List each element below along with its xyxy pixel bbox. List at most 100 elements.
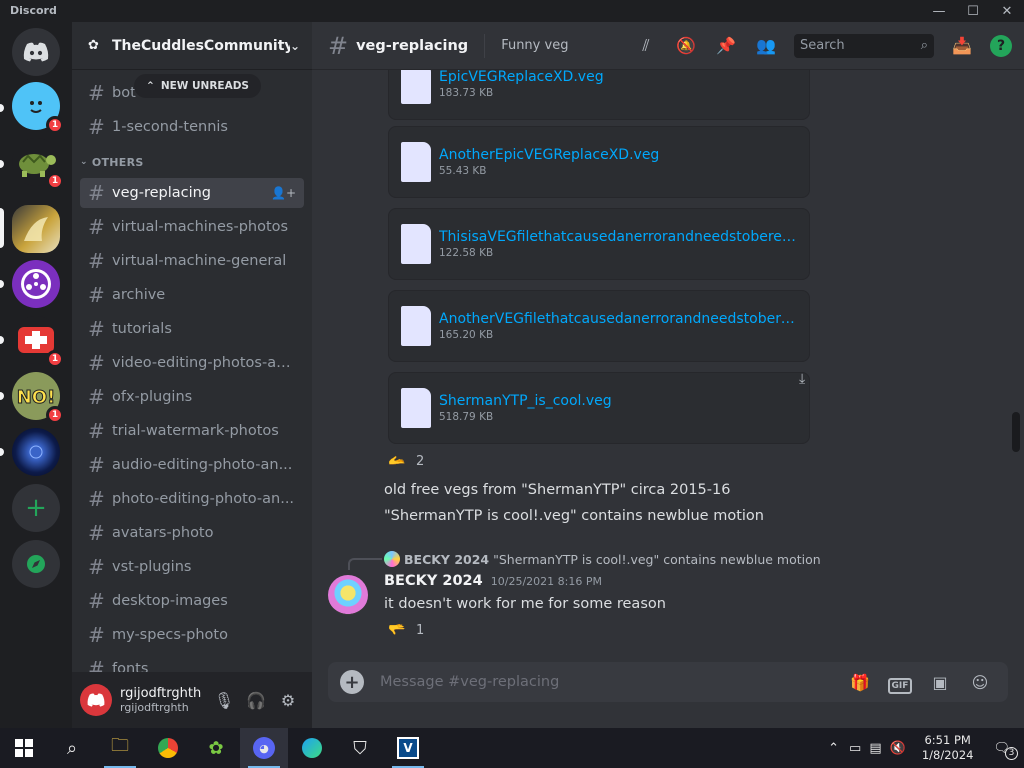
message-composer: + 🎁 GIF ▣ ☺ [328, 662, 1008, 702]
pinned-messages-icon[interactable]: 📌 [706, 36, 746, 55]
file-attachment[interactable]: ShermanYTP_is_cool.veg 518.79 KB ⤓ [388, 371, 810, 444]
taskbar-search-button[interactable]: ⌕ [48, 728, 96, 768]
reaction-button[interactable]: 🫳 1 [388, 619, 424, 641]
settings-gear-icon[interactable]: ⚙ [272, 691, 304, 710]
close-button[interactable]: ✕ [990, 0, 1024, 22]
volume-muted-icon[interactable]: 🔇 [890, 741, 906, 756]
edge-button[interactable] [288, 728, 336, 768]
message-input[interactable] [380, 674, 840, 690]
file-name-link[interactable]: EpicVEGReplaceXD.veg [439, 69, 604, 85]
security-button[interactable]: ⛉ [336, 728, 384, 768]
help-icon[interactable]: ? [990, 34, 1012, 57]
new-unreads-button[interactable]: ⌃ NEW UNREADS [134, 74, 261, 98]
download-icon[interactable]: ⤓ [799, 371, 819, 387]
channel-1-second-tennis[interactable]: #1-second-tennis [80, 112, 304, 142]
app-button[interactable]: ✿ [192, 728, 240, 768]
gift-icon[interactable]: 🎁 [840, 673, 880, 692]
network-icon[interactable]: ▤ [869, 741, 881, 756]
explore-servers-button[interactable] [12, 540, 60, 588]
channel-vst-plugins[interactable]: # vst-plugins [80, 552, 304, 582]
discord-logo-icon [23, 42, 49, 62]
reply-author: BECKY 2024 [404, 551, 490, 567]
mention-badge: 1 [46, 350, 64, 368]
gif-button[interactable]: GIF [880, 673, 920, 694]
upload-plus-icon[interactable]: + [340, 670, 364, 694]
minimize-button[interactable]: — [922, 0, 956, 22]
server-no[interactable]: NO! 1 [12, 372, 64, 424]
search-input[interactable]: Search ⌕ [794, 33, 934, 58]
chevron-up-icon[interactable]: ⌃ [828, 741, 839, 756]
inbox-icon[interactable]: 📥 [942, 36, 982, 55]
file-attachment[interactable]: AnotherEpicVEGReplaceXD.veg 55.43 KB [388, 126, 810, 198]
reply-preview[interactable]: BECKY 2024 "ShermanYTP is cool!.veg" con… [384, 551, 821, 567]
file-name-link[interactable]: ThisisaVEGfilethatcausedanerrorandneedst… [439, 229, 799, 245]
clock[interactable]: 6:51 PM 1/8/2024 [922, 733, 974, 763]
channel-avatars-photo[interactable]: # avatars-photo [80, 518, 304, 548]
mute-notifications-icon[interactable]: 🔕 [666, 36, 706, 55]
server-red-cross[interactable]: 1 [12, 316, 64, 368]
plus-icon: + [25, 493, 47, 523]
notifications-icon[interactable]: 🗨 3 [993, 741, 1018, 760]
channel-virtual-machines-photos[interactable]: # virtual-machines-photos [80, 212, 304, 242]
file-name-link[interactable]: AnotherEpicVEGReplaceXD.veg [439, 147, 659, 163]
file-attachment[interactable]: AnotherVEGfilethatcausedanerrorandneedst… [388, 290, 810, 362]
chat-scrollbar[interactable] [1012, 412, 1020, 452]
user-avatar[interactable] [80, 684, 112, 716]
mention-badge: 1 [46, 116, 64, 134]
category-label: OTHERS [91, 155, 144, 169]
device-icon[interactable]: ▭ [849, 741, 861, 756]
svg-text:NO!: NO! [17, 387, 56, 408]
system-tray: ⌃ ▭ ▤ 🔇 6:51 PM 1/8/2024 🗨 3 [822, 728, 1024, 768]
reaction-button[interactable]: 🫴 2 [388, 450, 424, 472]
headphones-icon[interactable]: 🎧 [240, 691, 272, 710]
server-blue-face[interactable]: 1 [12, 82, 64, 134]
threads-icon[interactable]: ⫽ [626, 36, 666, 56]
category-others[interactable]: ⌄ OTHERS [80, 150, 304, 174]
start-button[interactable] [0, 728, 48, 768]
server-yellow[interactable] [12, 205, 60, 253]
unread-pill [0, 160, 4, 168]
unread-pill [0, 336, 4, 344]
reaction-count: 1 [416, 622, 425, 638]
member-list-icon[interactable]: 👥 [746, 36, 786, 55]
file-attachment[interactable]: ThisisaVEGfilethatcausedanerrorandneedst… [388, 208, 810, 280]
header-divider [484, 33, 486, 58]
channel-trial-watermark-photos[interactable]: # trial-watermark-photos [80, 416, 304, 446]
vegas-button[interactable]: V [384, 728, 432, 768]
discord-taskbar-button[interactable]: ◕ [240, 728, 288, 768]
channel-archive[interactable]: # archive [80, 280, 304, 310]
server-turtle[interactable]: 1 [12, 138, 64, 190]
channel-desktop-images[interactable]: # desktop-images [80, 586, 304, 616]
guild-header[interactable]: ✿ TheCuddlesCommunity ⌄ [72, 22, 312, 70]
server-dark-nebula[interactable] [12, 428, 60, 476]
file-name-link[interactable]: ShermanYTP_is_cool.veg [439, 393, 612, 409]
shield-icon: ⛉ [353, 737, 367, 759]
channel-label: 1-second-tennis [112, 119, 228, 135]
server-purple-reel[interactable] [12, 260, 60, 308]
channel-my-specs-photo[interactable]: # my-specs-photo [80, 620, 304, 650]
channel-ofx-plugins[interactable]: # ofx-plugins [80, 382, 304, 412]
hand-emoji-icon: 🫴 [388, 453, 406, 469]
unread-pill [0, 392, 4, 400]
file-explorer-button[interactable]: 🗀 [96, 728, 144, 768]
microphone-icon[interactable]: 🎙 [208, 691, 240, 710]
author-avatar[interactable] [328, 575, 368, 615]
message-header: BECKY 2024 10/25/2021 8:16 PM [384, 573, 602, 589]
maximize-button[interactable]: ☐ [956, 0, 990, 22]
channel-veg-replacing[interactable]: # veg-replacing 👤+ [80, 178, 304, 208]
sticker-icon[interactable]: ▣ [920, 673, 960, 692]
channel-video-editing[interactable]: # video-editing-photos-an... [80, 348, 304, 378]
author-name[interactable]: BECKY 2024 [384, 573, 483, 589]
file-icon [401, 224, 431, 264]
add-server-button[interactable]: + [12, 484, 60, 532]
invite-member-icon[interactable]: 👤+ [271, 186, 296, 200]
nebula-icon [29, 445, 43, 459]
channel-audio-editing[interactable]: # audio-editing-photo-an... [80, 450, 304, 480]
emoji-icon[interactable]: ☺ [960, 673, 1000, 692]
channel-tutorials[interactable]: # tutorials [80, 314, 304, 344]
chrome-button[interactable] [144, 728, 192, 768]
channel-virtual-machine-general[interactable]: # virtual-machine-general [80, 246, 304, 276]
file-name-link[interactable]: AnotherVEGfilethatcausedanerrorandneedst… [439, 311, 799, 327]
channel-photo-editing[interactable]: # photo-editing-photo-an... [80, 484, 304, 514]
home-button[interactable] [12, 28, 60, 76]
